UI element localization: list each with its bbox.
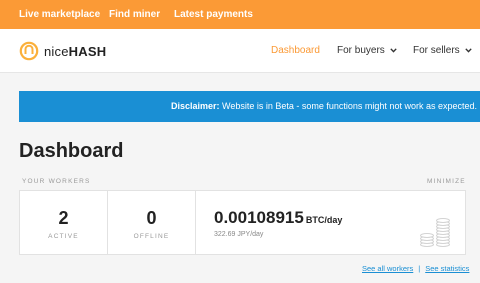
offline-workers-count: 0 <box>146 208 157 228</box>
minimize-button[interactable]: MINIMIZE <box>427 178 466 185</box>
profitability-cell: 0.00108915 BTC/day 322.69 JPY/day <box>196 191 465 254</box>
nav-dashboard-label: Dashboard <box>271 45 320 56</box>
nav-for-buyers-label: For buyers <box>337 45 385 56</box>
chevron-down-icon <box>464 48 472 53</box>
page-title: Dashboard <box>19 140 124 162</box>
disclaimer-text: Disclaimer: Website is in Beta - some fu… <box>171 101 480 111</box>
chevron-down-icon <box>390 48 397 53</box>
link-separator: | <box>418 264 421 273</box>
workers-section-label: YOUR WORKERS <box>22 178 91 185</box>
latest-payments-link[interactable]: Latest payments <box>174 9 253 20</box>
active-workers-count: 2 <box>58 208 69 228</box>
nav-dashboard[interactable]: Dashboard <box>271 45 320 56</box>
worker-links: See all workers | See statistics <box>362 264 469 273</box>
beta-disclaimer-banner: Disclaimer: Website is in Beta - some fu… <box>19 91 480 122</box>
see-statistics-link[interactable]: See statistics <box>425 264 469 273</box>
main-navbar: niceHASH Dashboard For buyers For seller… <box>0 29 480 73</box>
coin-stack-icon <box>420 218 450 247</box>
offline-workers-label: OFFLINE <box>133 233 170 240</box>
active-workers-cell[interactable]: 2 ACTIVE <box>20 191 108 254</box>
nicehash-logo[interactable]: niceHASH <box>19 41 106 61</box>
jpy-value: 322.69 JPY/day <box>214 231 264 238</box>
btc-profitability: 0.00108915 BTC/day <box>214 208 342 228</box>
btc-value: 0.00108915 <box>214 208 304 227</box>
nav-for-sellers[interactable]: For sellers <box>413 45 472 56</box>
offline-workers-cell[interactable]: 0 OFFLINE <box>108 191 196 254</box>
live-marketplace-link[interactable]: Live marketplace <box>19 9 100 20</box>
logo-wordmark: niceHASH <box>44 43 107 59</box>
see-all-workers-link[interactable]: See all workers <box>362 264 413 273</box>
find-miner-link[interactable]: Find miner <box>109 9 160 20</box>
workers-card: 2 ACTIVE 0 OFFLINE 0.00108915 BTC/day 322… <box>19 190 466 255</box>
btc-unit: BTC/day <box>305 215 343 225</box>
active-workers-label: ACTIVE <box>48 233 79 240</box>
nav-for-buyers[interactable]: For buyers <box>337 45 397 56</box>
nicehash-logo-icon <box>19 41 39 61</box>
nav-for-sellers-label: For sellers <box>413 45 460 56</box>
top-bar: Live marketplace Find miner Latest payme… <box>0 0 480 29</box>
